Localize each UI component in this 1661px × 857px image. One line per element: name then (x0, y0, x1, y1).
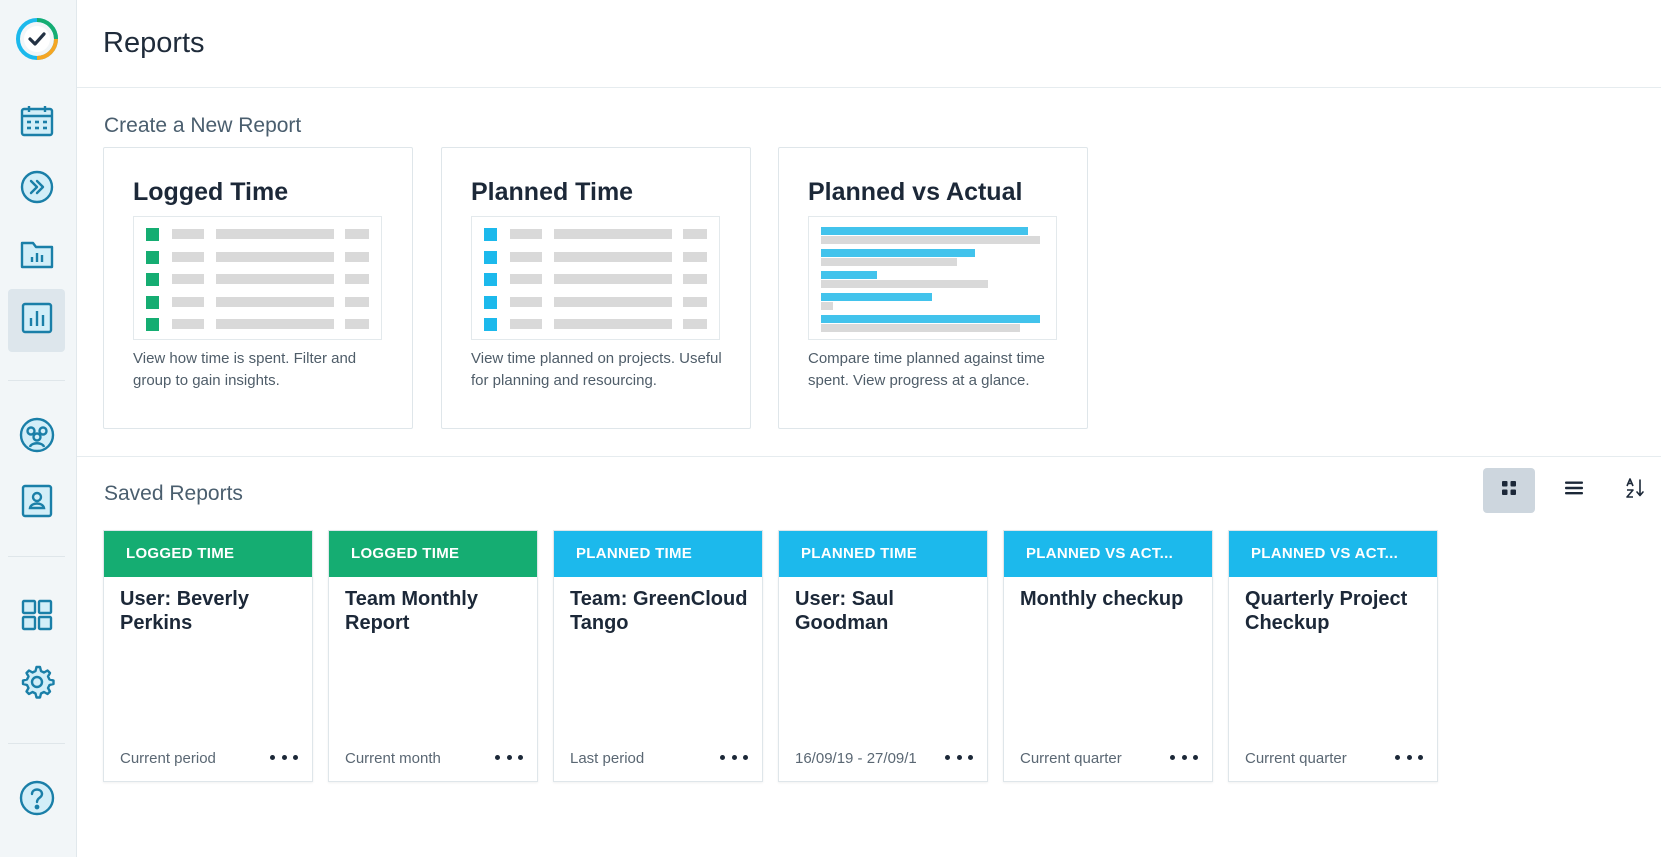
create-planned-vs-actual-card[interactable]: Planned vs Actual Compare time planned a… (778, 147, 1088, 429)
more-options-button[interactable] (720, 748, 748, 766)
report-title: Team Monthly Report (345, 588, 478, 634)
report-type-badge: LOGGED TIME (104, 531, 312, 577)
more-dots-icon (945, 754, 950, 760)
more-options-button[interactable] (945, 748, 973, 766)
more-options-button[interactable] (495, 748, 523, 766)
report-title: User: Saul Goodman (795, 588, 894, 634)
create-logged-time-card[interactable]: Logged Time View how time is spent. Filt… (103, 147, 413, 429)
page-title: Reports (103, 27, 205, 59)
sidebar-item-team[interactable] (8, 406, 65, 469)
card-description: View time planned on projects. Useful fo… (471, 350, 722, 389)
card-title: Logged Time (133, 178, 289, 206)
more-dots-icon (495, 754, 500, 760)
more-dots-icon (270, 754, 275, 760)
report-title: Team: GreenCloud Tango (570, 588, 748, 634)
report-period: Current period (120, 750, 216, 767)
report-title: Monthly checkup (1020, 588, 1184, 610)
saved-report-card[interactable]: PLANNED TIME Team: GreenCloud Tango Last… (553, 530, 763, 782)
saved-report-card[interactable]: PLANNED VS ACT... Quarterly Project Chec… (1228, 530, 1438, 782)
saved-report-card[interactable]: LOGGED TIME User: Beverly Perkins Curren… (103, 530, 313, 782)
sidebar-item-schedule[interactable] (8, 92, 65, 155)
sidebar-item-people[interactable] (8, 472, 65, 535)
report-period: Current quarter (1020, 750, 1122, 767)
top-bar: Reports (77, 0, 1661, 88)
card-description: View how time is spent. Filter and group… (133, 350, 357, 389)
sidebar (0, 0, 77, 857)
app-logo[interactable] (8, 10, 65, 73)
sidebar-item-forward[interactable] (8, 158, 65, 221)
sidebar-divider (8, 380, 65, 381)
logo-icon (14, 16, 60, 67)
sidebar-item-reports[interactable] (8, 289, 65, 352)
more-dots-icon (1170, 754, 1175, 760)
card-description: Compare time planned against time spent.… (808, 350, 1045, 389)
saved-report-card[interactable]: PLANNED VS ACT... Monthly checkup Curren… (1003, 530, 1213, 782)
report-title: User: Beverly Perkins (120, 588, 249, 634)
section-divider (77, 456, 1661, 457)
grid-view-button[interactable] (1483, 468, 1535, 513)
apps-grid-icon (19, 597, 55, 638)
person-card-icon (19, 483, 55, 524)
sidebar-item-help[interactable] (8, 769, 65, 832)
logged-time-preview (133, 216, 382, 340)
report-period: Current quarter (1245, 750, 1347, 767)
report-type-badge: PLANNED TIME (779, 531, 987, 577)
more-options-button[interactable] (1170, 748, 1198, 766)
more-options-button[interactable] (1395, 748, 1423, 766)
report-period: 16/09/19 - 27/09/1 (795, 750, 917, 767)
more-dots-icon (1395, 754, 1400, 760)
more-options-button[interactable] (270, 748, 298, 766)
list-view-button[interactable] (1548, 468, 1600, 513)
team-icon (18, 416, 56, 459)
sidebar-item-projects[interactable] (8, 224, 65, 287)
reports-chart-icon (19, 300, 55, 341)
list-view-icon (1564, 480, 1584, 501)
sidebar-item-apps[interactable] (8, 586, 65, 649)
sort-az-button[interactable] (1612, 468, 1660, 513)
calendar-icon (19, 103, 55, 144)
saved-report-card[interactable]: LOGGED TIME Team Monthly Report Current … (328, 530, 538, 782)
card-title: Planned Time (471, 178, 634, 206)
report-type-badge: PLANNED TIME (554, 531, 762, 577)
report-title: Quarterly Project Checkup (1245, 588, 1408, 634)
saved-report-card[interactable]: PLANNED TIME User: Saul Goodman 16/09/19… (778, 530, 988, 782)
fast-forward-icon (19, 169, 55, 210)
sort-az-icon (1625, 477, 1647, 504)
sidebar-item-settings[interactable] (8, 653, 65, 716)
create-report-heading: Create a New Report (104, 114, 302, 137)
sidebar-divider (8, 556, 65, 557)
planned-vs-actual-preview (808, 216, 1057, 340)
card-title: Planned vs Actual (808, 178, 1023, 206)
report-period: Current month (345, 750, 441, 767)
projects-folder-icon (19, 235, 55, 276)
report-type-badge: LOGGED TIME (329, 531, 537, 577)
sidebar-divider (8, 743, 65, 744)
more-dots-icon (720, 754, 725, 760)
help-icon (18, 779, 56, 822)
saved-reports-heading: Saved Reports (104, 482, 243, 505)
create-planned-time-card[interactable]: Planned Time View time planned on projec… (441, 147, 751, 429)
settings-gear-icon (18, 663, 56, 706)
grid-view-icon (1501, 480, 1517, 501)
report-type-badge: PLANNED VS ACT... (1229, 531, 1437, 577)
report-type-badge: PLANNED VS ACT... (1004, 531, 1212, 577)
report-period: Last period (570, 750, 645, 767)
planned-time-preview (471, 216, 720, 340)
